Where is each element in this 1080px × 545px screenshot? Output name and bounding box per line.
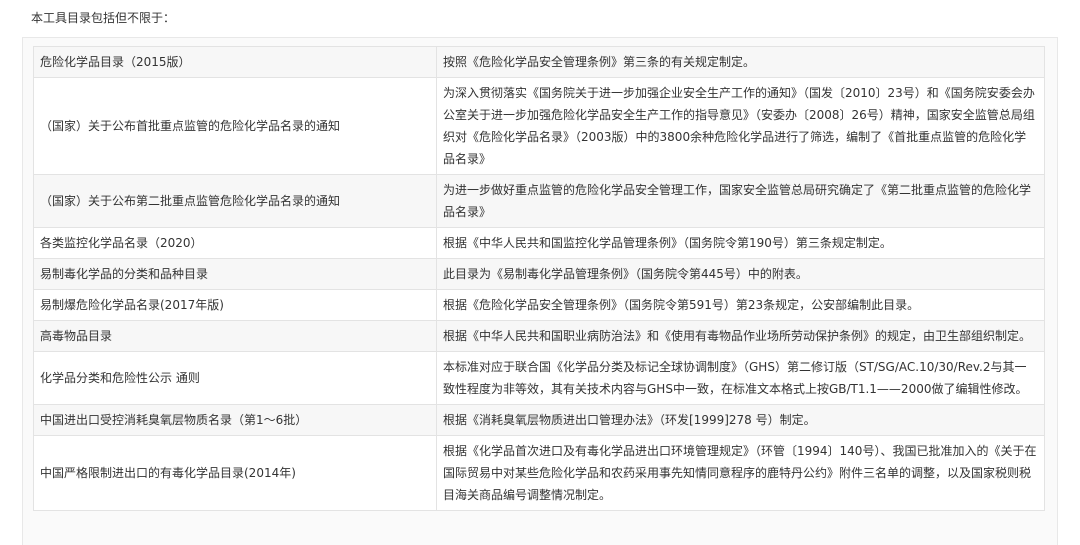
catalog-name: （国家）关于公布第二批重点监管危险化学品名录的通知 bbox=[33, 174, 437, 228]
table-row: 高毒物品目录 根据《中华人民共和国职业病防治法》和《使用有毒物品作业场所劳动保护… bbox=[33, 320, 1045, 352]
catalog-name: （国家）关于公布首批重点监管的危险化学品名录的通知 bbox=[33, 77, 437, 175]
catalog-description: 根据《中华人民共和国职业病防治法》和《使用有毒物品作业场所劳动保护条例》的规定，… bbox=[436, 320, 1045, 352]
page: 本工具目录包括但不限于： 危险化学品目录（2015版） 按照《危险化学品安全管理… bbox=[0, 0, 1080, 545]
table-row: 各类监控化学品名录（2020） 根据《中华人民共和国监控化学品管理条例》（国务院… bbox=[33, 227, 1045, 259]
catalog-name: 化学品分类和危险性公示 通则 bbox=[33, 351, 437, 405]
catalog-name: 危险化学品目录（2015版） bbox=[33, 46, 437, 78]
catalog-description: 根据《危险化学品安全管理条例》（国务院令第591号）第23条规定，公安部编制此目… bbox=[436, 289, 1045, 321]
table-row: 危险化学品目录（2015版） 按照《危险化学品安全管理条例》第三条的有关规定制定… bbox=[33, 46, 1045, 78]
table-row: 化学品分类和危险性公示 通则 本标准对应于联合国《化学品分类及标记全球协调制度》… bbox=[33, 351, 1045, 405]
catalog-description: 为深入贯彻落实《国务院关于进一步加强企业安全生产工作的通知》（国发〔2010〕2… bbox=[436, 77, 1045, 175]
catalog-description: 根据《化学品首次进口及有毒化学品进出口环境管理规定》（环管〔1994〕140号）… bbox=[436, 435, 1045, 511]
catalog-name: 各类监控化学品名录（2020） bbox=[33, 227, 437, 259]
catalog-description: 按照《危险化学品安全管理条例》第三条的有关规定制定。 bbox=[436, 46, 1045, 78]
catalog-name: 易制爆危险化学品名录(2017年版) bbox=[33, 289, 437, 321]
catalog-description: 此目录为《易制毒化学品管理条例》（国务院令第445号）中的附表。 bbox=[436, 258, 1045, 290]
table-row: （国家）关于公布首批重点监管的危险化学品名录的通知 为深入贯彻落实《国务院关于进… bbox=[33, 77, 1045, 175]
table-row: （国家）关于公布第二批重点监管危险化学品名录的通知 为进一步做好重点监管的危险化… bbox=[33, 174, 1045, 228]
catalog-name: 易制毒化学品的分类和品种目录 bbox=[33, 258, 437, 290]
catalog-name: 中国严格限制进出口的有毒化学品目录(2014年) bbox=[33, 435, 437, 511]
table-row: 易制爆危险化学品名录(2017年版) 根据《危险化学品安全管理条例》（国务院令第… bbox=[33, 289, 1045, 321]
catalog-description: 根据《消耗臭氧层物质进出口管理办法》（环发[1999]278 号）制定。 bbox=[436, 404, 1045, 436]
intro-text: 本工具目录包括但不限于： bbox=[31, 11, 176, 25]
catalog-description: 为进一步做好重点监管的危险化学品安全管理工作，国家安全监管总局研究确定了《第二批… bbox=[436, 174, 1045, 228]
directory-table: 危险化学品目录（2015版） 按照《危险化学品安全管理条例》第三条的有关规定制定… bbox=[33, 46, 1045, 511]
table-row: 中国严格限制进出口的有毒化学品目录(2014年) 根据《化学品首次进口及有毒化学… bbox=[33, 435, 1045, 511]
table-row: 易制毒化学品的分类和品种目录 此目录为《易制毒化学品管理条例》（国务院令第445… bbox=[33, 258, 1045, 290]
catalog-name: 中国进出口受控消耗臭氧层物质名录（第1～6批） bbox=[33, 404, 437, 436]
catalog-description: 根据《中华人民共和国监控化学品管理条例》（国务院令第190号）第三条规定制定。 bbox=[436, 227, 1045, 259]
catalog-name: 高毒物品目录 bbox=[33, 320, 437, 352]
table-row: 中国进出口受控消耗臭氧层物质名录（第1～6批） 根据《消耗臭氧层物质进出口管理办… bbox=[33, 404, 1045, 436]
catalog-description: 本标准对应于联合国《化学品分类及标记全球协调制度》（GHS）第二修订版（ST/S… bbox=[436, 351, 1045, 405]
